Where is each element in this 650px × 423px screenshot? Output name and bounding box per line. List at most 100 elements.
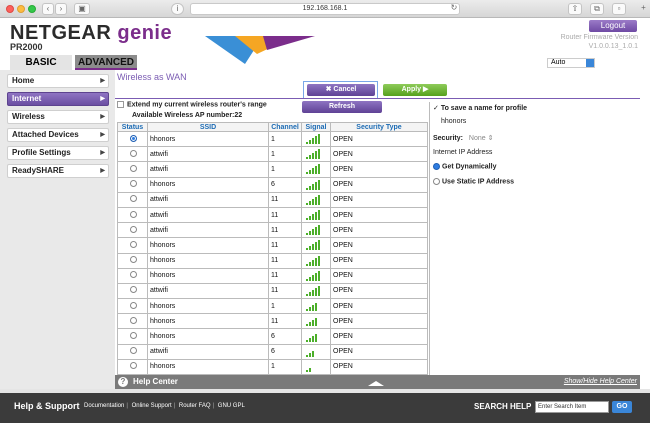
url-bar[interactable]: 192.168.168.1 (190, 3, 460, 15)
table-row[interactable]: attwifi 11 OPEN (117, 206, 428, 224)
table-row[interactable]: hhonors 6 OPEN (117, 328, 428, 345)
sidebar-item-internet[interactable]: Internet ▶ (7, 92, 109, 106)
sidebar-item-attached-devices[interactable]: Attached Devices ▶ (7, 128, 109, 142)
signal-bar (309, 231, 311, 236)
extend-range-option[interactable]: Extend my current wireless router's rang… (117, 101, 267, 108)
refresh-button[interactable]: Refresh (302, 101, 382, 113)
ap-select-radio[interactable] (130, 286, 137, 294)
language-select[interactable]: Auto (547, 58, 595, 68)
close-window-icon[interactable] (6, 5, 14, 13)
tab-basic[interactable]: BASIC (10, 55, 72, 70)
signal-cell (301, 313, 331, 330)
ap-select-radio[interactable] (130, 271, 137, 279)
table-row[interactable]: attwifi 11 OPEN (117, 282, 428, 300)
status-cell (117, 206, 148, 224)
signal-bar (309, 307, 311, 312)
static-ip-radio[interactable] (433, 178, 440, 185)
ip-address-heading: Internet IP Address (433, 149, 493, 156)
genie-text: genie (117, 22, 173, 44)
sidebar-item-profile-settings[interactable]: Profile Settings ▶ (7, 146, 109, 160)
ap-select-radio[interactable] (130, 164, 137, 172)
show-hide-help-link[interactable]: Show/Hide Help Center (564, 375, 637, 389)
go-button[interactable]: GO (612, 401, 632, 413)
forward-arrow-icon[interactable]: › (55, 3, 67, 15)
table-row[interactable]: attwifi 1 OPEN (117, 146, 428, 163)
reload-icon[interactable]: ↻ (449, 3, 459, 15)
ap-select-radio[interactable] (130, 301, 137, 309)
ap-select-radio[interactable] (130, 180, 137, 188)
ap-select-radio[interactable] (130, 256, 137, 264)
apply-button[interactable]: Apply ▶ (383, 84, 447, 96)
table-row[interactable]: attwifi 6 OPEN (117, 343, 428, 360)
ap-select-radio[interactable] (130, 316, 137, 324)
router-faq-link[interactable]: Router FAQ (179, 403, 211, 409)
firmware-version: V1.0.0.13_1.0.1 (588, 43, 638, 50)
ap-select-radio[interactable] (130, 149, 137, 157)
help-support-title: Help & Support (14, 401, 80, 411)
sidebar-item-wireless[interactable]: Wireless ▶ (7, 110, 109, 124)
signal-bar (306, 218, 308, 221)
logout-button[interactable]: Logout (589, 20, 637, 32)
table-row[interactable]: attwifi 1 OPEN (117, 161, 428, 178)
signal-cell (301, 252, 331, 269)
zoom-window-icon[interactable] (28, 5, 36, 13)
table-row[interactable]: hhonors 6 OPEN (117, 176, 428, 193)
profile-name-field[interactable]: hhonors (441, 118, 466, 125)
online-support-link[interactable]: Online Support (132, 403, 172, 409)
signal-cell (301, 282, 331, 300)
get-dynamically-radio[interactable] (433, 163, 440, 170)
column-header-ssid: SSID (147, 122, 269, 132)
signal-strength-icon (306, 240, 326, 251)
save-profile-option[interactable]: ✓ To save a name for profile (433, 104, 527, 112)
minimize-window-icon[interactable] (17, 5, 25, 13)
ap-select-radio[interactable] (130, 225, 137, 233)
status-cell (117, 176, 148, 193)
info-icon[interactable]: i (171, 3, 184, 15)
ap-select-radio[interactable] (130, 195, 137, 203)
table-row[interactable]: hhonors 11 OPEN (117, 252, 428, 269)
signal-cell (301, 298, 331, 315)
extend-range-checkbox[interactable] (117, 101, 124, 108)
sidebar-item-home[interactable]: Home ▶ (7, 74, 109, 88)
sidebar-toggle-icon[interactable]: ▣ (74, 3, 90, 15)
ap-select-radio[interactable] (130, 362, 137, 370)
table-row[interactable]: hhonors 1 OPEN (117, 298, 428, 315)
tab-advanced[interactable]: ADVANCED (75, 55, 137, 70)
ap-select-radio[interactable] (130, 210, 137, 218)
channel-cell: 11 (268, 313, 302, 330)
back-arrow-icon[interactable]: ‹ (42, 3, 54, 15)
sidebar-item-readyshare[interactable]: ReadySHARE ▶ (7, 164, 109, 178)
channel-cell: 6 (268, 176, 302, 193)
security-select[interactable]: None ⇕ (469, 135, 494, 142)
table-row[interactable]: attwifi 11 OPEN (117, 191, 428, 208)
signal-bar (306, 309, 308, 312)
ap-select-radio[interactable] (130, 240, 137, 248)
main-content: Wireless as WAN ✖ Cancel Apply ▶ Refresh… (115, 70, 650, 376)
tabs-icon[interactable]: ⧉ (590, 3, 604, 15)
get-dynamically-option[interactable]: Get Dynamically (433, 163, 496, 170)
new-tab-icon[interactable]: + (638, 3, 649, 15)
gnu-gpl-link[interactable]: GNU GPL (218, 403, 245, 409)
signal-cell (301, 237, 331, 254)
table-row[interactable]: attwifi 11 OPEN (117, 222, 428, 239)
tab-overview-icon[interactable]: ▫ (612, 3, 626, 15)
expand-up-icon[interactable] (368, 381, 384, 386)
cancel-button[interactable]: ✖ Cancel (307, 84, 375, 96)
help-center-bar[interactable]: ? Help Center Show/Hide Help Center (115, 375, 640, 389)
ap-select-radio[interactable] (130, 332, 137, 340)
ssid-cell: attwifi (147, 343, 269, 360)
security-cell: OPEN (330, 358, 428, 376)
table-row[interactable]: hhonors 11 OPEN (117, 237, 428, 254)
table-row[interactable]: hhonors 1 OPEN (117, 130, 428, 148)
static-ip-option[interactable]: Use Static IP Address (433, 178, 514, 185)
documentation-link[interactable]: Documentation (84, 403, 124, 409)
table-row[interactable]: hhonors 11 OPEN (117, 267, 428, 284)
ap-select-radio[interactable] (130, 134, 137, 142)
share-icon[interactable]: ⇧ (568, 3, 582, 15)
table-row[interactable]: hhonors 1 OPEN (117, 358, 428, 376)
ap-select-radio[interactable] (130, 347, 137, 355)
select-arrows-icon (586, 59, 594, 67)
channel-cell: 1 (268, 146, 302, 163)
search-help-input[interactable]: Enter Search Item (535, 401, 609, 413)
table-row[interactable]: hhonors 11 OPEN (117, 313, 428, 330)
